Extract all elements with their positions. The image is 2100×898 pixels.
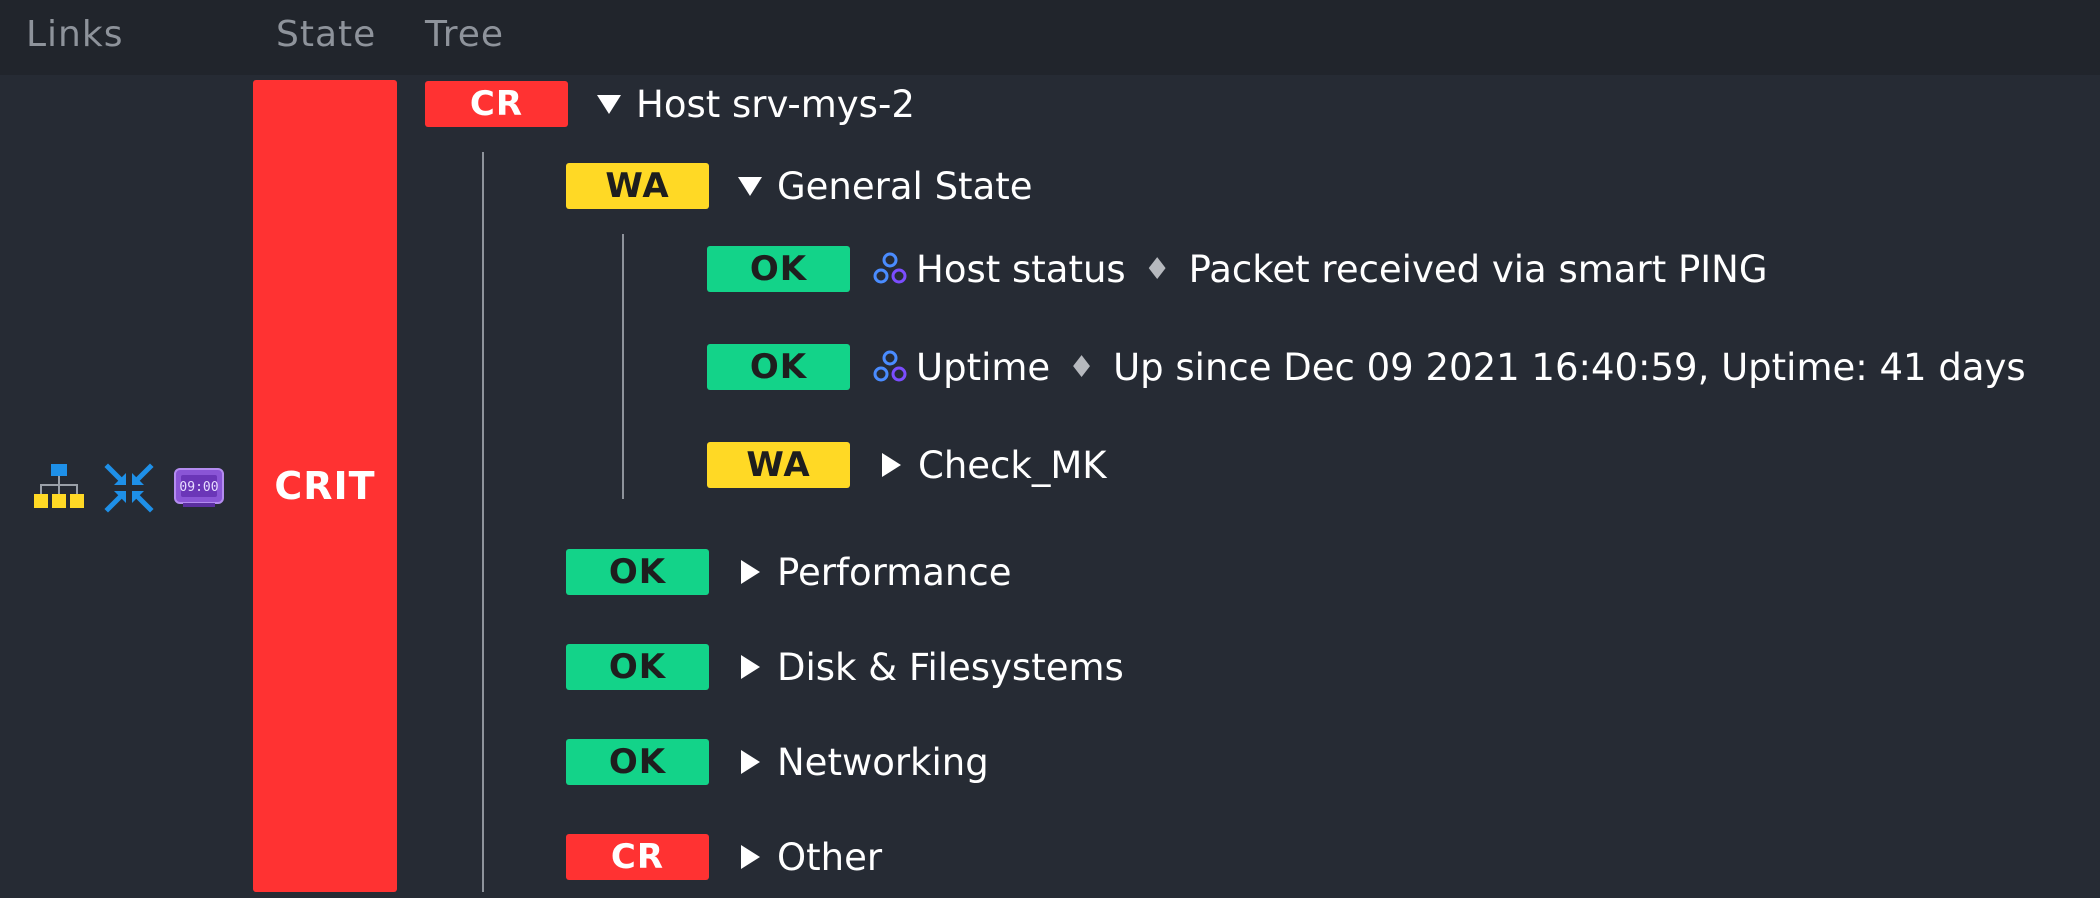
node-label[interactable]: Networking (777, 741, 989, 784)
node-label[interactable]: Other (777, 836, 882, 879)
status-badge[interactable]: CR (425, 81, 568, 127)
separator: ♦ (1143, 251, 1171, 287)
tree-node-root: CR Host srv-mys-2 (425, 80, 915, 128)
clock-text: 09:00 (179, 480, 218, 495)
collapsed-triangle-icon[interactable] (872, 446, 910, 484)
node-label[interactable]: Disk & Filesystems (777, 646, 1124, 689)
tree-guide-line (622, 234, 624, 499)
service-icon[interactable] (870, 249, 910, 289)
links-cell: 09:00 (30, 458, 228, 518)
node-label[interactable]: Host srv-mys-2 (636, 83, 915, 126)
node-label[interactable]: Performance (777, 551, 1011, 594)
state-label: CRIT (274, 464, 376, 508)
expanded-triangle-icon[interactable] (731, 167, 769, 205)
downtime-clock-icon[interactable]: 09:00 (170, 459, 228, 517)
collapsed-triangle-icon[interactable] (731, 743, 769, 781)
node-label[interactable]: General State (777, 165, 1033, 208)
status-badge[interactable]: OK (707, 344, 850, 390)
aggregation-tree-icon[interactable] (30, 459, 88, 517)
service-label[interactable]: Uptime (916, 346, 1050, 389)
service-label[interactable]: Host status (916, 248, 1126, 291)
status-badge[interactable]: WA (707, 442, 850, 488)
column-header-state[interactable]: State (276, 14, 376, 55)
expanded-triangle-icon[interactable] (590, 85, 628, 123)
tree-node-performance: OK Performance (566, 548, 1011, 596)
collapsed-triangle-icon[interactable] (731, 648, 769, 686)
collapse-icon[interactable] (100, 459, 158, 517)
status-badge[interactable]: OK (707, 246, 850, 292)
status-badge[interactable]: CR (566, 834, 709, 880)
status-badge[interactable]: OK (566, 644, 709, 690)
collapsed-triangle-icon[interactable] (731, 553, 769, 591)
node-label[interactable]: Check_MK (918, 444, 1107, 487)
service-output: Up since Dec 09 2021 16:40:59, Uptime: 4… (1113, 345, 2026, 389)
tree-node-general-state: WA General State (566, 162, 1033, 210)
tree-leaf-uptime: OK Uptime ♦ Up since Dec 09 2021 16:40:5… (707, 343, 2026, 391)
bi-aggregation-view: Links State Tree 09:00 CRIT CR Host srv-… (0, 0, 2100, 898)
tree-leaf-host-status: OK Host status ♦ Packet received via sma… (707, 245, 1768, 293)
service-icon[interactable] (870, 347, 910, 387)
state-crit-cell: CRIT (253, 80, 397, 892)
tree-node-networking: OK Networking (566, 738, 989, 786)
separator: ♦ (1068, 349, 1096, 385)
tree-node-check-mk: WA Check_MK (707, 441, 1107, 489)
collapsed-triangle-icon[interactable] (731, 838, 769, 876)
status-badge[interactable]: OK (566, 549, 709, 595)
status-badge[interactable]: OK (566, 739, 709, 785)
tree-node-disk: OK Disk & Filesystems (566, 643, 1124, 691)
tree-guide-line (482, 152, 484, 892)
table-header: Links State Tree (0, 0, 2100, 75)
column-header-tree[interactable]: Tree (425, 14, 504, 55)
service-output: Packet received via smart PING (1188, 247, 1768, 291)
status-badge[interactable]: WA (566, 163, 709, 209)
column-header-links[interactable]: Links (26, 14, 123, 55)
tree-node-other: CR Other (566, 833, 882, 881)
